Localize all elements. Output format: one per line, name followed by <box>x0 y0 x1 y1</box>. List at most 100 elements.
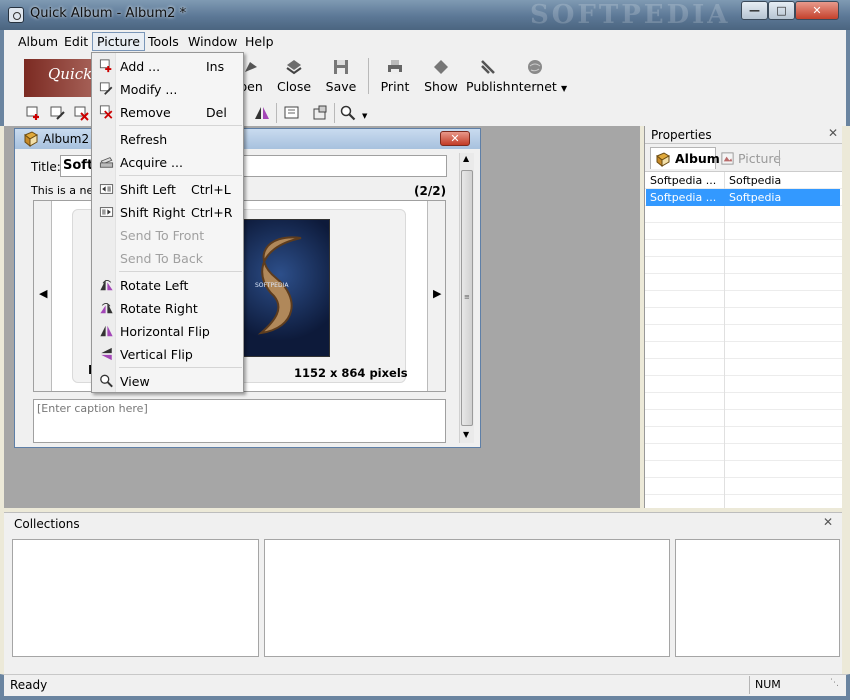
menu-remove[interactable]: Remove Del <box>93 101 243 123</box>
app-camera-icon <box>8 7 24 23</box>
tab-separator <box>779 150 780 166</box>
menu-shift-right-label: Shift Right <box>120 205 186 220</box>
menu-horizontal-flip-label: Horizontal Flip <box>120 324 210 339</box>
album-scrollbar[interactable]: ▲ ≡ ▼ <box>459 153 474 443</box>
album-close-button[interactable]: ✕ <box>440 131 470 146</box>
status-text: Ready <box>10 678 48 692</box>
close-button[interactable]: Close <box>276 56 312 98</box>
menu-send-to-back-label: Send To Back <box>120 251 203 266</box>
menu-modify-label: Modify ... <box>120 82 178 97</box>
flip-icon[interactable] <box>254 105 270 121</box>
collections-panel: Collections ✕ <box>4 512 842 674</box>
menu-tools[interactable]: Tools <box>148 34 179 49</box>
shift-left-icon <box>99 184 114 194</box>
zoom-dropdown-icon[interactable]: ▼ <box>362 112 367 120</box>
menu-acquire-label: Acquire ... <box>120 155 183 170</box>
menu-help[interactable]: Help <box>245 34 274 49</box>
floppy-icon <box>334 60 348 74</box>
properties-tabs: Album Picture <box>645 144 842 172</box>
properties-icon[interactable] <box>312 105 328 121</box>
publish-button[interactable]: Publish <box>466 56 511 98</box>
horizontal-flip-icon <box>100 325 113 337</box>
properties-header: Properties ✕ <box>645 126 842 144</box>
collections-title: Collections <box>14 517 80 531</box>
menu-rotate-left[interactable]: Rotate Left <box>93 274 243 296</box>
property-name: Softpedia ... <box>650 174 717 187</box>
album-window-titlebar[interactable]: Album2 * ✕ <box>15 129 480 149</box>
menu-shift-left[interactable]: Shift Left Ctrl+L <box>93 178 243 200</box>
minimize-button[interactable]: — <box>741 1 768 20</box>
print-button[interactable]: Print <box>378 56 412 98</box>
grid-divider <box>724 172 725 508</box>
close-window-button[interactable]: ✕ <box>795 1 839 20</box>
collections-list[interactable] <box>264 539 670 657</box>
property-row-selected[interactable]: Softpedia ... Softpedia <box>646 189 840 206</box>
tab-album[interactable]: Album <box>650 147 720 169</box>
picture-dimensions: 1152 x 864 pixels <box>294 366 408 380</box>
toolbar-separator <box>276 103 277 123</box>
menu-shift-right-shortcut: Ctrl+R <box>191 205 233 220</box>
properties-grid: Softpedia ... Softpedia Softpedia ... So… <box>645 172 842 508</box>
menu-album[interactable]: Album <box>18 34 58 49</box>
properties-close-icon[interactable]: ✕ <box>828 126 838 140</box>
save-label: Save <box>325 79 357 94</box>
menu-vertical-flip[interactable]: Vertical Flip <box>93 343 243 365</box>
tab-picture-label: Picture <box>738 151 781 166</box>
save-button[interactable]: Save <box>324 56 358 98</box>
status-separator <box>749 676 750 694</box>
menu-edit[interactable]: Edit <box>64 34 88 49</box>
resize-grip-icon[interactable]: ⋱ <box>830 678 839 688</box>
menu-shift-right[interactable]: Shift Right Ctrl+R <box>93 201 243 223</box>
property-value: Softpedia <box>729 191 782 204</box>
modify-icon[interactable] <box>50 105 66 121</box>
grip-icon: ≡ <box>464 293 470 301</box>
show-label: Show <box>424 79 458 94</box>
menu-modify[interactable]: Modify ... <box>93 78 243 100</box>
internet-dropdown-icon[interactable]: ▼ <box>561 84 567 93</box>
caption-textarea[interactable]: [Enter caption here] <box>33 399 446 443</box>
menu-window[interactable]: Window <box>188 34 237 49</box>
picture-watermark-text: SOFTPEDIA <box>255 282 289 289</box>
property-value: Softpedia <box>729 174 782 187</box>
menu-rotate-right[interactable]: Rotate Right <box>93 297 243 319</box>
title-bar: Quick Album - Album2 * SOFTPEDIA — □ ✕ <box>0 0 850 30</box>
globe-icon <box>528 60 542 74</box>
previous-picture-button[interactable]: ◀ <box>34 201 52 391</box>
show-button[interactable]: Show <box>423 56 459 98</box>
properties-title: Properties <box>651 128 712 142</box>
slideshow-icon[interactable] <box>284 105 300 121</box>
picture-counter: (2/2) <box>414 184 447 198</box>
next-picture-button[interactable]: ▶ <box>427 201 445 391</box>
tab-picture[interactable]: Picture <box>717 149 781 169</box>
property-row[interactable]: Softpedia ... Softpedia <box>645 172 842 189</box>
menu-bar: Album Edit Picture Tools Window Help <box>0 30 850 54</box>
menu-add-label: Add ... <box>120 59 161 74</box>
menu-view[interactable]: View <box>93 370 243 392</box>
remove-icon[interactable] <box>74 105 90 121</box>
title-label: Title: <box>31 160 61 174</box>
menu-refresh[interactable]: Refresh <box>93 128 243 150</box>
toolbar-separator <box>368 58 369 94</box>
menu-picture[interactable]: Picture <box>92 32 145 51</box>
maximize-button[interactable]: □ <box>768 1 795 20</box>
scroll-down-icon[interactable]: ▼ <box>463 430 469 439</box>
scroll-up-icon[interactable]: ▲ <box>463 154 469 163</box>
scroll-thumb[interactable]: ≡ <box>461 170 473 426</box>
menu-separator <box>119 271 242 272</box>
internet-button[interactable]: Internet <box>512 56 558 98</box>
menu-add[interactable]: Add ... Ins <box>93 55 243 77</box>
softpedia-picture[interactable]: SOFTPEDIA <box>230 219 330 357</box>
arrow-right-icon: ▶ <box>433 287 442 300</box>
publish-icon <box>481 60 495 74</box>
menu-acquire[interactable]: Acquire ... <box>93 151 243 173</box>
property-name: Softpedia ... <box>650 191 717 204</box>
add-picture-icon[interactable] <box>26 105 42 121</box>
menu-send-to-back: Send To Back <box>93 247 243 269</box>
collections-tree[interactable] <box>12 539 259 657</box>
zoom-icon[interactable] <box>340 105 356 121</box>
toolbar-separator <box>334 103 335 123</box>
collections-preview[interactable] <box>675 539 840 657</box>
menu-horizontal-flip[interactable]: Horizontal Flip <box>93 320 243 342</box>
collections-close-icon[interactable]: ✕ <box>823 515 833 529</box>
close-label: Close <box>276 79 312 94</box>
